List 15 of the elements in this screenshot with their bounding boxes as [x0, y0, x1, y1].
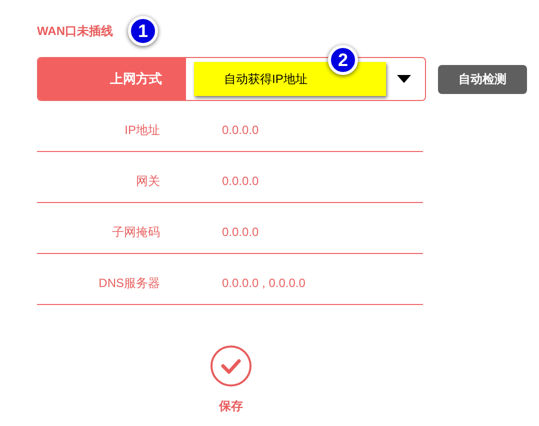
- field-label: DNS服务器: [98, 275, 160, 292]
- field-value: 0.0.0.0: [222, 224, 259, 241]
- field-value: 0.0.0.0 , 0.0.0.0: [222, 275, 306, 292]
- detect-button[interactable]: 自动检测: [438, 64, 527, 94]
- field-label: 网关: [135, 173, 160, 190]
- annotation-number: 1: [128, 16, 158, 46]
- field-label: 子网掩码: [111, 224, 160, 241]
- status-text: WAN口未插线: [37, 23, 113, 40]
- save-button[interactable]: 保存: [210, 345, 252, 415]
- caret-icon: [397, 75, 411, 83]
- field-value: 0.0.0.0: [222, 173, 259, 190]
- check-circle-icon: [210, 345, 252, 387]
- field-label: IP地址: [124, 122, 160, 139]
- annotation-number: 2: [328, 45, 358, 75]
- field-value: 0.0.0.0: [222, 122, 259, 139]
